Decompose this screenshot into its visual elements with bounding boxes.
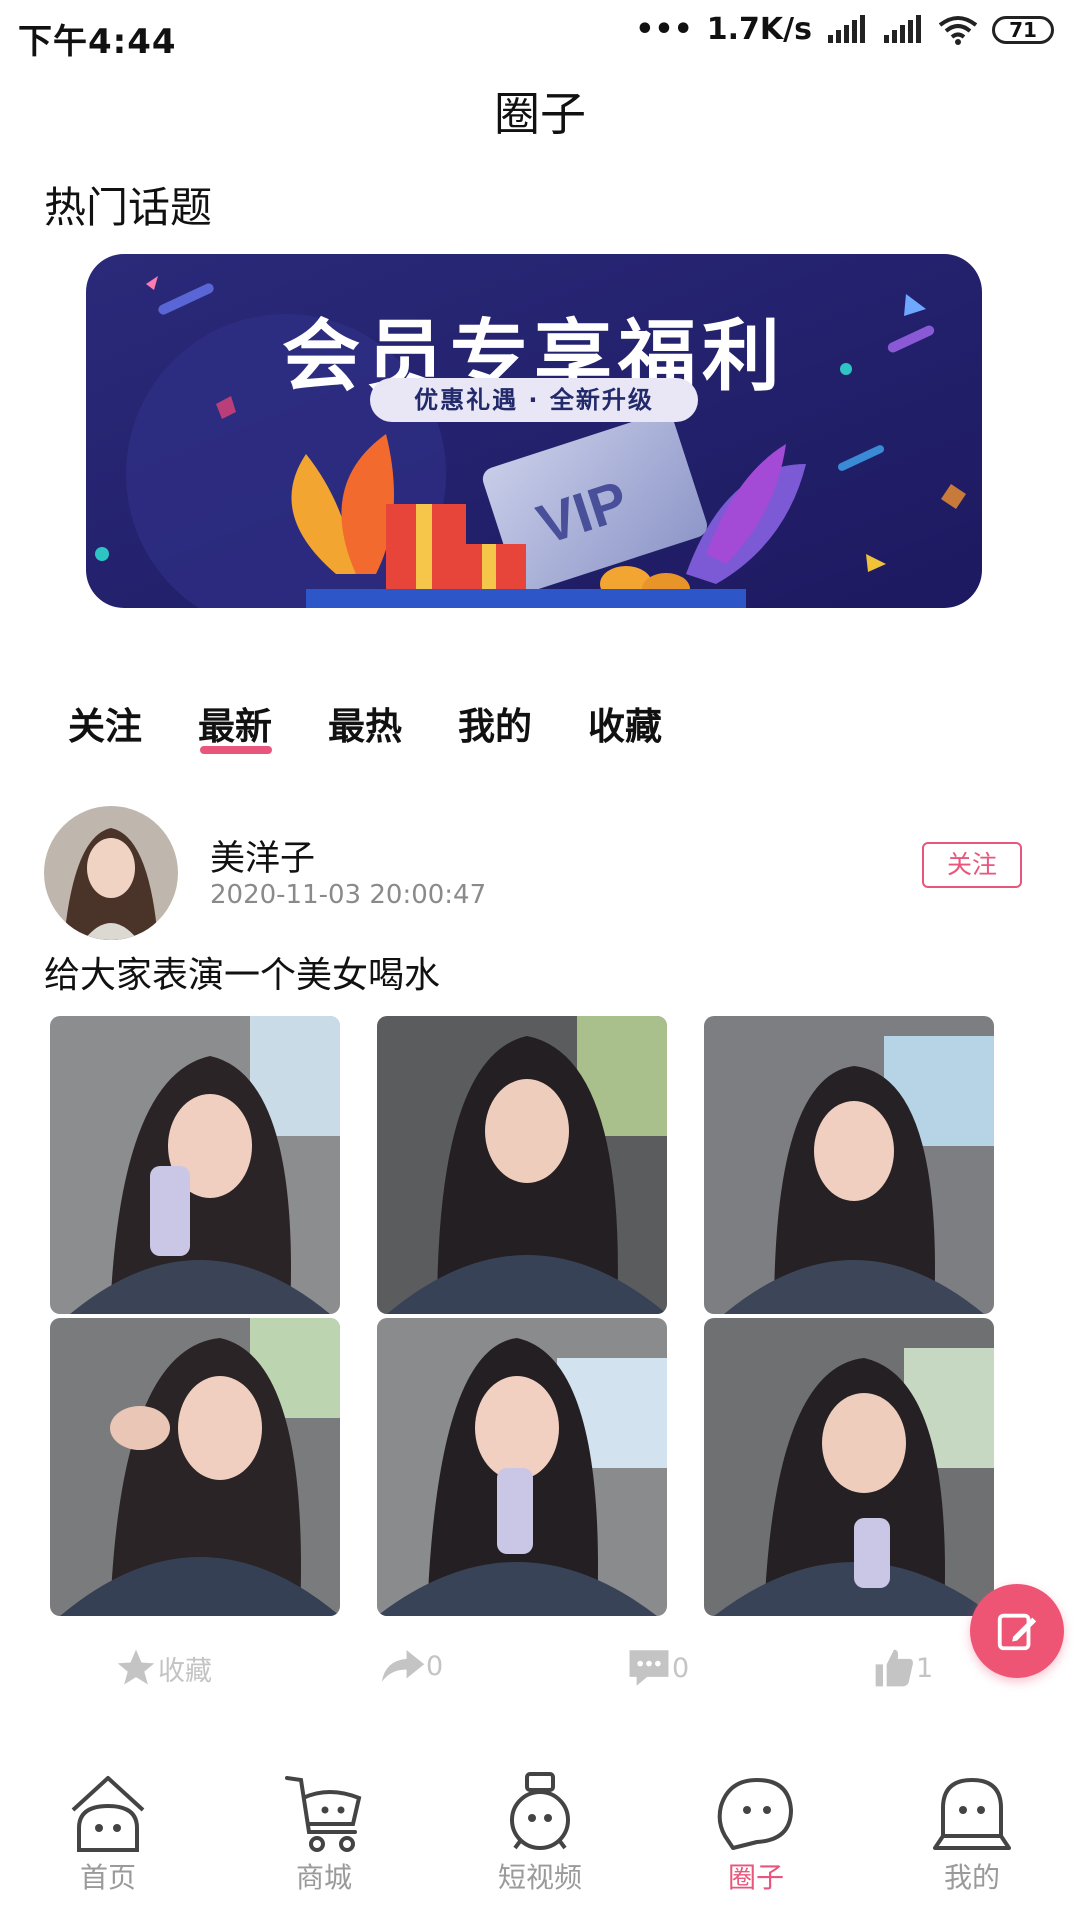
avatar-image (44, 806, 178, 940)
signal-icon-2 (884, 14, 921, 43)
post-photo[interactable] (377, 1016, 667, 1314)
post-actions: 收藏 0 0 1 (0, 1646, 1080, 1706)
nav-label: 首页 (79, 1861, 136, 1894)
comment-count: 0 (672, 1652, 690, 1684)
share-count: 0 (426, 1650, 444, 1682)
post-photo[interactable] (377, 1318, 667, 1616)
profile-icon (933, 1777, 1011, 1850)
nav-label: 我的 (943, 1861, 1000, 1894)
avatar[interactable] (44, 806, 178, 940)
nav-profile[interactable]: 我的 (864, 1752, 1080, 1920)
follow-button[interactable]: 关注 (922, 842, 1022, 888)
post-username[interactable]: 美洋子 (210, 830, 315, 881)
signal-icon (828, 14, 865, 43)
star-icon (117, 1649, 155, 1685)
like-action[interactable]: 1 (872, 1646, 933, 1690)
status-bar: 下午4:44 ••• 1.7K/s 71 (0, 0, 1080, 64)
tab-favorites[interactable]: 收藏 (588, 696, 662, 750)
bottom-nav: 首页 商城 短视频 圈子 我的 (0, 1752, 1080, 1920)
like-count: 1 (916, 1652, 934, 1684)
status-indicators: ••• 1.7K/s 71 (635, 12, 1054, 47)
video-icon (510, 1772, 570, 1850)
nav-shop[interactable]: 商城 (216, 1752, 432, 1920)
nav-home[interactable]: 首页 (0, 1752, 216, 1920)
tab-mine[interactable]: 我的 (458, 696, 532, 750)
favorite-action[interactable]: 收藏 (114, 1646, 212, 1690)
tab-follow[interactable]: 关注 (68, 696, 142, 750)
nav-short-video[interactable]: 短视频 (432, 1752, 648, 1920)
chat-bubble-icon (717, 1778, 793, 1850)
post-photo[interactable] (704, 1318, 994, 1616)
share-icon (381, 1650, 425, 1682)
post-timestamp: 2020-11-03 20:00:47 (210, 880, 487, 910)
comment-action[interactable]: 0 (626, 1646, 689, 1690)
edit-note-icon (997, 1613, 1037, 1651)
tab-latest[interactable]: 最新 (198, 696, 272, 750)
page-title: 圈子 (494, 87, 586, 141)
favorite-label: 收藏 (158, 1655, 212, 1687)
home-icon (71, 1776, 145, 1852)
post-photo[interactable] (50, 1318, 340, 1616)
nav-circle[interactable]: 圈子 (648, 1752, 864, 1920)
share-action[interactable]: 0 (380, 1646, 443, 1686)
more-dots-icon: ••• (635, 12, 693, 47)
wifi-icon (938, 15, 978, 45)
status-time: 下午4:44 (18, 22, 177, 62)
nav-label: 圈子 (727, 1861, 784, 1894)
cart-icon (285, 1776, 362, 1852)
active-tab-indicator (200, 746, 272, 754)
hot-topics-title: 热门话题 (44, 183, 213, 232)
nav-label: 短视频 (497, 1861, 582, 1894)
post-photo[interactable] (50, 1016, 340, 1314)
compose-post-button[interactable] (970, 1584, 1064, 1678)
nav-label: 商城 (295, 1861, 352, 1894)
post-photo-grid (50, 1016, 994, 1616)
feed-tabs: 关注 最新 最热 我的 收藏 (0, 696, 1080, 766)
tab-hot[interactable]: 最热 (328, 696, 402, 750)
battery-icon: 71 (992, 15, 1054, 44)
hot-topics-banner[interactable]: VIP 会员专享福利 优惠礼遇 · 全新升级 (86, 254, 982, 608)
post-photo[interactable] (704, 1016, 994, 1314)
comment-icon (629, 1650, 669, 1686)
thumbs-up-icon (875, 1649, 913, 1687)
post-text: 给大家表演一个美女喝水 (44, 955, 441, 996)
banner-subtitle: 优惠礼遇 · 全新升级 (370, 378, 698, 422)
battery-level: 71 (1009, 17, 1037, 42)
network-speed: 1.7K/s (706, 12, 812, 47)
